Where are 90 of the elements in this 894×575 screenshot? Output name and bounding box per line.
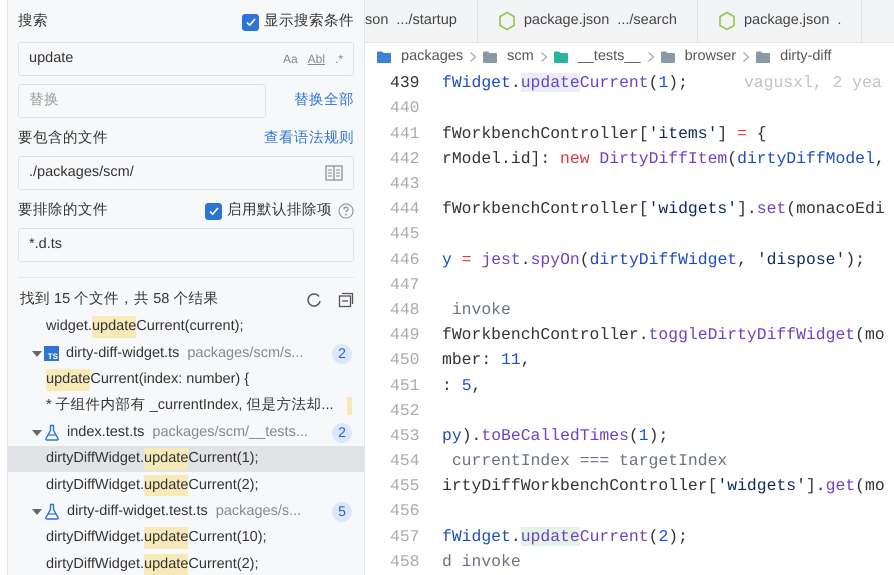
editor-tab[interactable]: son .../startup [365,0,478,42]
search-result[interactable]: * 子组件内部有 _currentIndex, 但是方法却... [8,393,364,420]
search-field[interactable]: update [29,48,273,70]
search-result[interactable]: dirtyDiffWidget.updateCurrent(2); [8,472,364,499]
checkbox[interactable] [205,202,222,220]
syntax-rules-link[interactable]: 查看语法规则 [264,128,354,150]
line-number: 443 [389,173,421,196]
field-label: 要排除的文件 [18,201,108,220]
check-icon [208,205,220,217]
replace-all-link[interactable]: 替换全部 [294,90,354,112]
line-number: 457 [389,526,421,548]
code-line: py).toBeCalledTimes(1); [442,424,668,447]
code-line: rModel.id]: new DirtyDiffItem(dirtyDiffModel, [442,148,885,170]
chevron-icon [742,51,750,63]
match-count: 2 [332,344,352,364]
match-count: 5 [332,502,352,522]
flask-icon [44,503,60,520]
checkbox[interactable] [242,14,259,30]
file-name[interactable]: dirty-diff-widget.test.ts [67,501,208,523]
code-line: fWidget.updateCurrent(2); [442,526,688,548]
include-field[interactable]: ./packages/scm/ [29,162,325,184]
line-number: 444 [389,198,421,220]
exclude-box[interactable]: *.d.ts [18,228,354,262]
file-path: packages/scm/__tests... [152,422,309,442]
chevron-icon [469,51,478,63]
file-name[interactable]: index.test.ts [67,422,144,444]
refresh-icon [306,292,322,308]
search-box[interactable]: update Aa Abl .* [18,42,354,76]
include-box[interactable]: ./packages/scm/ [18,156,354,190]
checkbox-label: 显示搜索条件 [264,12,354,32]
code-line: fWorkbenchController.toggleDirtyDiffWidget(mo [442,324,885,346]
line-number: 440 [389,97,421,120]
code-line: : 5, [442,374,482,397]
exclude-field[interactable]: *.d.ts [29,234,343,256]
line-number: 458 [389,550,421,573]
search-result[interactable]: widget.updateCurrent(current); [8,314,364,340]
file-path: packages/s... [216,502,302,522]
code-line: currentIndex === targetIndex [450,450,728,472]
flask-icon [44,424,60,442]
breadcrumb-item[interactable]: browser [684,46,736,68]
search-result[interactable]: updateCurrent(index: number) { [8,366,364,394]
blame-annotation: vagusxl, 2 yea [744,72,882,94]
line-number: 450 [389,349,421,372]
line-number: 455 [389,475,421,498]
code-line: irtyDiffWorkbenchController['widgets'].get(mo [442,475,885,498]
code-line: d invoke [442,550,521,573]
code-line: fWidget.updateCurrent(1); [442,72,688,94]
check-icon [244,16,256,28]
replace-field[interactable]: 替换 [29,90,255,112]
collapse-all-icon [338,292,354,308]
breadcrumb-item[interactable]: scm [507,46,534,68]
results-summary: 找到 15 个文件，共 58 个结果 [20,290,218,310]
line-number: 449 [389,324,421,346]
book-icon [325,165,343,181]
line-number: 446 [389,248,421,271]
line-number: 447 [389,274,421,296]
editor-tab[interactable]: package.json .../search [478,0,698,42]
panel-title: 搜索 [18,12,48,32]
breadcrumb-item[interactable]: __tests__ [578,46,641,68]
replace-box[interactable]: 替换 [18,84,266,118]
search-result[interactable]: dirtyDiffWidget.updateCurrent(2); [8,552,364,575]
chevron-icon [540,51,548,63]
breadcrumb-item[interactable]: packages [401,46,464,68]
search-result[interactable]: dirtyDiffWidget.updateCurrent(10); [8,525,364,552]
code-line: y = jest.spyOn(dirtyDiffWidget, 'dispose'); [442,248,866,271]
line-number: 456 [389,500,421,522]
file-name[interactable]: dirty-diff-widget.ts [66,342,180,364]
editor-tab[interactable]: package.json . [698,0,862,42]
line-number: 439 [389,72,421,94]
code-line: mber: 11, [442,349,531,372]
line-number: 441 [389,122,421,145]
line-number: 445 [389,223,421,246]
chevron-icon [646,51,655,63]
code-line: fWorkbenchController['items'] = { [442,122,767,145]
search-result[interactable]: dirtyDiffWidget.updateCurrent(1); [8,446,364,472]
file-path: packages/scm/s... [187,344,304,363]
line-number: 442 [389,148,421,170]
line-number: 452 [389,400,421,422]
code-line: invoke [450,298,511,321]
checkbox-label: 启用默认排除项 [227,200,332,220]
line-number: 451 [389,374,421,397]
breadcrumb-item[interactable]: dirty-diff [780,46,832,68]
line-number: 448 [389,298,421,321]
code-line: fWorkbenchController['widgets'].set(monacoEdi [442,198,885,220]
typescript-file-icon: TS [44,346,59,362]
line-number: 454 [389,450,421,472]
line-number: 453 [389,424,421,447]
help-icon [338,203,354,219]
field-label: 要包含的文件 [18,129,108,148]
match-count: 2 [332,422,352,443]
